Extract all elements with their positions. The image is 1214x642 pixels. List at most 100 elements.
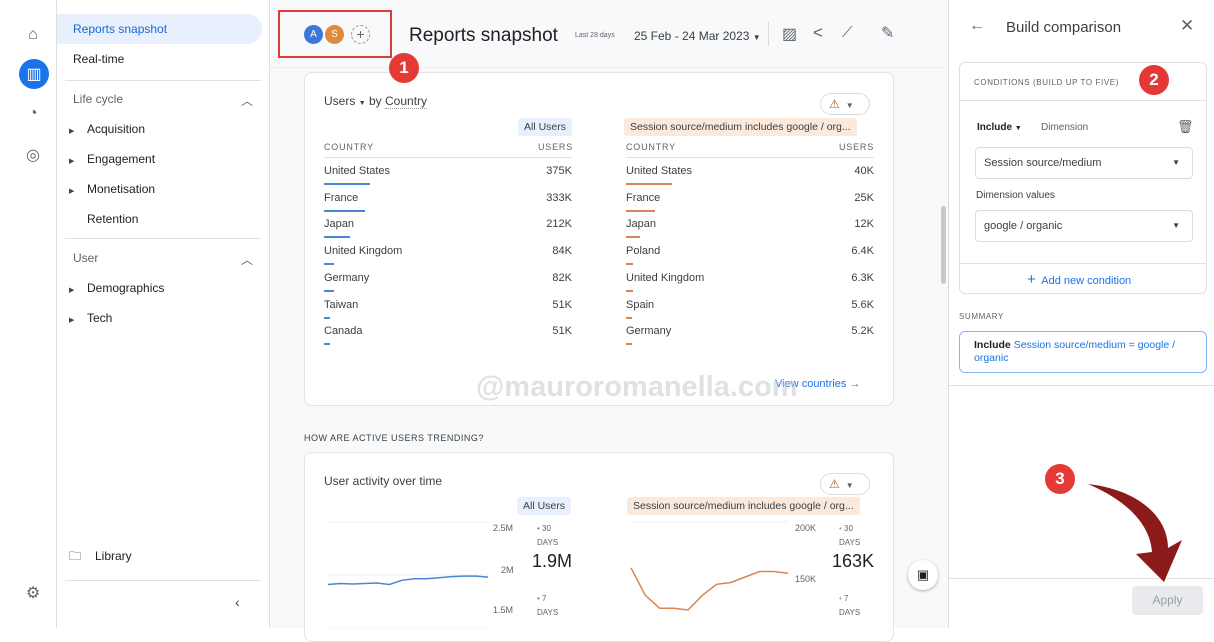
users-value: 40K [854,165,874,177]
warning-icon: ⚠ [829,97,840,111]
close-icon[interactable]: ✕ [1180,16,1194,36]
legend-7-days: • 7 DAYS [839,594,861,617]
share-bar [626,289,634,292]
dimension-select[interactable]: Session source/medium ▼ [975,147,1193,179]
arrow-right-icon: → [849,378,861,390]
country-name: Canada [324,325,363,338]
nav-realtime[interactable]: Real-time [57,44,262,74]
page-title: Reports snapshot [409,25,558,46]
apply-button[interactable]: Apply [1132,586,1203,615]
section-title: HOW ARE ACTIVE USERS TRENDING? [304,433,484,443]
table-row[interactable]: Canada 51K [324,325,572,351]
expand-icon: ▶ [69,128,75,135]
metric-value: 1.9M [532,551,573,571]
nav-library[interactable]: 🗀 Library [69,547,132,568]
country-name: Spain [626,298,655,311]
edit-icon[interactable]: ✎ [881,23,894,43]
share-bar [324,289,335,292]
nav-monetisation[interactable]: ▶ Monetisation [69,182,155,196]
dropdown-icon: ▼ [845,101,854,110]
back-icon[interactable]: ← [969,17,985,35]
button-label: Add new condition [1041,275,1132,287]
y-tick: 1.5M [493,605,514,615]
by-label: by [368,94,382,108]
section-lifecycle[interactable]: Life cycle ︿ [73,92,253,108]
share-bar [324,209,365,212]
dimension-selector[interactable]: Country [385,94,428,109]
customize-report-icon[interactable]: ▨ [782,24,797,44]
select-value: Session source/medium [984,157,1102,169]
label: Library [95,549,132,563]
segment-google-organic: Session source/medium includes google / … [624,118,857,136]
section-label: User [73,251,99,265]
add-condition-button[interactable]: + Add new condition [1027,271,1131,288]
feedback-icon[interactable]: ▣ [908,560,938,590]
nav-engagement[interactable]: ▶ Engagement [69,152,155,166]
table-row[interactable]: Taiwan 51K [324,299,572,325]
warning-menu[interactable]: ⚠ ▼ [820,93,870,115]
users-value: 51K [552,298,572,311]
panel-title: Build comparison [1006,19,1122,36]
summary-include: Include [974,339,1011,351]
scrollbar[interactable] [941,206,946,284]
nav-reports-snapshot[interactable]: Reports snapshot [57,14,262,44]
annotation-badge-2: 2 [1139,65,1169,95]
legend-value: 30 [542,524,551,533]
date-label: Last 28 days [575,32,615,39]
table-row[interactable]: France 25K [626,192,874,218]
label: Tech [87,311,113,325]
nav-retention[interactable]: Retention [87,212,138,226]
table-row[interactable]: United Kingdom 6.3K [626,272,874,298]
legend-days: DAYS [537,538,559,547]
nav-tech[interactable]: ▶ Tech [69,311,112,325]
metric-value: 163K [832,551,875,571]
expand-icon: ▶ [69,287,75,294]
share-bar [324,263,335,266]
table-row[interactable]: Japan 12K [626,218,874,244]
advertising-icon[interactable]: ◎ [20,142,46,168]
insights-icon[interactable]: ⟋ [842,24,853,41]
dropdown-icon: ▼ [358,100,366,107]
table-row[interactable]: United Kingdom 84K [324,245,572,271]
table-row[interactable]: Spain 5.6K [626,299,874,325]
country-name: France [324,191,359,204]
legend-value: 30 [844,524,853,533]
annotation-arrow-icon [1088,484,1182,582]
users-value: 5.2K [851,325,874,338]
metric-selector[interactable]: Users [324,94,355,108]
table-row[interactable]: Japan 212K [324,218,572,244]
explore-icon[interactable]: ◔ [20,101,46,127]
country-name: United States [324,165,391,177]
collapse-nav-icon[interactable]: ‹ [235,594,240,610]
expand-icon: ▶ [69,317,75,324]
delete-icon[interactable]: 🗑 [1177,119,1194,135]
dimension-values-select[interactable]: google / organic ▼ [975,210,1193,242]
expand-icon: ▶ [69,188,75,195]
col-users: USERS [538,142,574,152]
nav-demographics[interactable]: ▶ Demographics [69,281,164,295]
date-range-picker[interactable]: 25 Feb - 24 Mar 2023 ▼ [634,29,761,43]
include-label: Include [977,122,1013,133]
warning-menu[interactable]: ⚠ ▼ [820,473,870,495]
country-name: United States [626,165,693,177]
table-row[interactable]: United States 375K [324,165,572,191]
reports-icon[interactable]: ▥ [19,59,49,89]
table-row[interactable]: Germany 5.2K [626,325,874,351]
section-user[interactable]: User ︿ [73,251,253,267]
share-icon[interactable]: < [813,23,823,43]
table-row[interactable]: France 333K [324,192,572,218]
all-users-line [327,575,489,586]
table-row[interactable]: United States 40K [626,165,874,191]
home-icon[interactable]: ⌂ [20,22,46,48]
settings-icon[interactable]: ⚙ [20,580,46,606]
legend-value: 7 [542,594,547,603]
y-tick: 150K [795,574,817,584]
chevron-up-icon: ︿ [240,94,253,108]
users-value: 84K [552,245,572,258]
table-row[interactable]: Poland 6.4K [626,245,874,271]
table-row[interactable]: Germany 82K [324,272,572,298]
annotation-badge-3: 3 [1045,464,1075,494]
col-country: COUNTRY [626,142,676,152]
nav-acquisition[interactable]: ▶ Acquisition [69,122,145,136]
include-selector[interactable]: Include ▼ [977,122,1022,133]
